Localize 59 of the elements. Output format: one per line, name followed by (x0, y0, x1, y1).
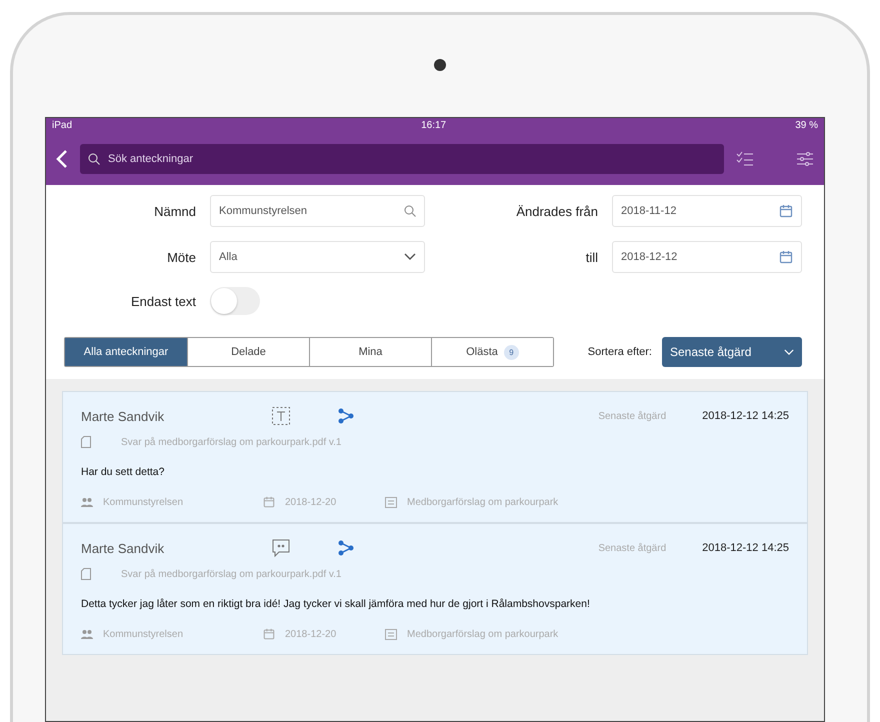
comment-icon (271, 538, 291, 558)
note-text: Detta tycker jag låter som en riktigt bra idé! Jag tycker vi skall jämföra med hur de gjort i Rålambshovsparken! (81, 598, 591, 610)
meeting-dropdown[interactable]: Alla (210, 241, 425, 273)
settings-sliders-icon[interactable] (796, 151, 814, 167)
meeting-title: Medborgarförslag om parkourpark (407, 628, 558, 640)
document-name: Svar på medborgarförslag om parkourpark.pdf v.1 (121, 568, 342, 580)
chevron-down-icon (404, 253, 416, 261)
clock-time: 16:17 (421, 120, 446, 131)
note-card[interactable]: Marte Sandvik Senaste åtgärd 2018-12-12 14:25 Svar på medborgarförslag om parkourpark.pdf v.1 Har du sett detta? Kommunstyrelsen 2018-12-20 Medborgarförslag om parkourpark (62, 391, 808, 523)
meeting-date: 2018-12-20 (285, 496, 338, 508)
share-icon (337, 408, 355, 424)
search-icon (88, 153, 100, 165)
text-box-icon (271, 406, 291, 426)
only-text-label: Endast text (130, 294, 196, 308)
meeting-date: 2018-12-20 (285, 628, 338, 640)
chevron-down-icon (784, 348, 794, 356)
committee-name: Kommunstyrelsen (103, 496, 184, 508)
count-badge: 9 (504, 344, 519, 360)
device-name: iPad (52, 120, 72, 131)
action-label: Senaste åtgärd (598, 542, 666, 554)
share-icon (337, 540, 355, 556)
search-bar[interactable]: Sök anteckningar (80, 144, 724, 174)
calendar-icon (263, 496, 275, 508)
filter-tab[interactable]: Olästa 9 (431, 338, 553, 366)
document-icon (81, 436, 91, 448)
battery-level: 39 % (795, 120, 818, 131)
calendar-icon (779, 250, 793, 264)
committee-label: Nämnd (153, 204, 196, 218)
timestamp: 2018-12-12 14:25 (702, 410, 789, 422)
author-name: Marte Sandvik (81, 408, 166, 424)
meeting-title: Medborgarförslag om parkourpark (407, 496, 558, 508)
agenda-icon (385, 496, 397, 508)
changed-from-label: Ändrades från (515, 204, 598, 218)
to-label: till (584, 250, 598, 264)
sort-dropdown[interactable]: Senaste åtgärd (662, 337, 802, 367)
back-icon[interactable] (56, 149, 68, 169)
agenda-icon (385, 628, 397, 640)
people-icon (81, 629, 93, 639)
to-date-field[interactable]: 2018-12-12 (612, 241, 802, 273)
calendar-icon (263, 628, 275, 640)
timestamp: 2018-12-12 14:25 (702, 542, 789, 554)
meeting-label: Möte (166, 250, 196, 264)
filter-tab[interactable]: Alla anteckningar (65, 338, 187, 366)
document-name: Svar på medborgarförslag om parkourpark.pdf v.1 (121, 436, 342, 448)
camera-dot (434, 59, 446, 71)
sort-label: Sortera efter: (588, 346, 652, 358)
checklist-icon[interactable] (736, 151, 754, 167)
document-icon (81, 568, 91, 580)
author-name: Marte Sandvik (81, 540, 166, 556)
search-field[interactable]: Sök anteckningar (106, 152, 716, 166)
committee-name: Kommunstyrelsen (103, 628, 184, 640)
people-icon (81, 497, 93, 507)
search-icon (404, 205, 416, 217)
committee-field[interactable]: Kommunstyrelsen (210, 195, 425, 227)
only-text-toggle[interactable] (210, 287, 260, 315)
note-text: Har du sett detta? (81, 466, 166, 478)
from-date-field[interactable]: 2018-11-12 (612, 195, 802, 227)
calendar-icon (779, 204, 793, 218)
action-label: Senaste åtgärd (598, 410, 666, 422)
